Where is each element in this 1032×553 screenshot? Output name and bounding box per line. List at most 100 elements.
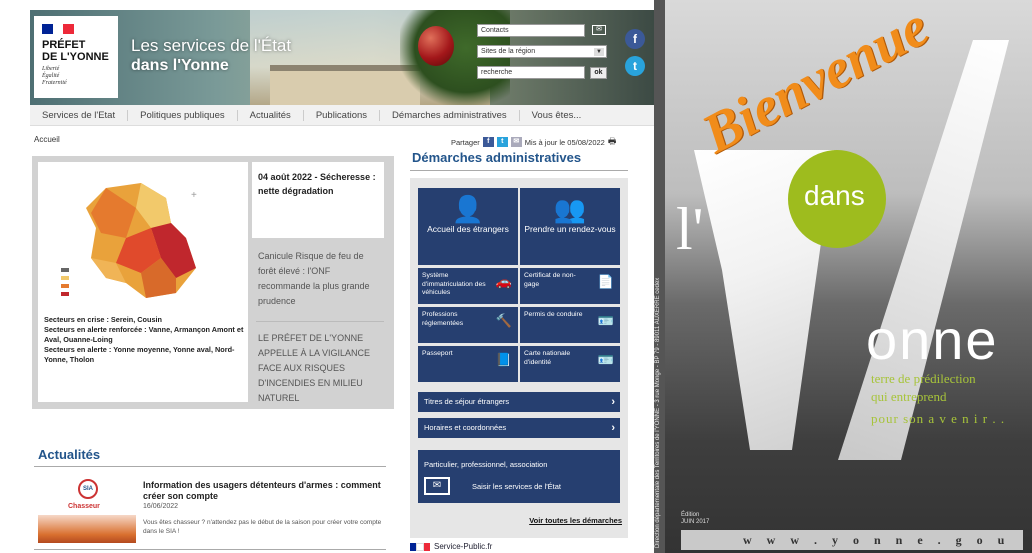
people-icon: 👥	[553, 194, 587, 224]
sia-logo: SIA	[78, 479, 98, 499]
print-icon[interactable]: 🖶	[608, 134, 617, 150]
tile-label: Passeport	[422, 350, 453, 357]
mail-icon[interactable]: ✉	[592, 25, 606, 35]
service-public-link[interactable]: Service-Public.fr	[410, 542, 492, 551]
divider	[256, 321, 384, 322]
foreigners-tile-label: Accueil des étrangers	[427, 224, 509, 234]
site-title: Les services de l'État dans l'Yonne	[131, 36, 291, 76]
poster-dans: dans	[804, 180, 865, 211]
news-headline[interactable]: Information des usagers détenteurs d'arm…	[143, 480, 383, 502]
sector-crisis: Secteurs en crise : Serein, Cousin	[44, 315, 163, 324]
region-select-value: Sites de la région	[481, 48, 536, 55]
news-date: 16/06/2022	[143, 503, 179, 510]
headline-card[interactable]: + Secteurs en crise : Serein, Cousin Sec…	[38, 162, 248, 402]
appointment-tile-label: Prendre un rendez-vous	[524, 224, 616, 234]
vehicle-registration-tile[interactable]: Système d'immatriculation des véhicules …	[418, 268, 518, 304]
headline-block: + Secteurs en crise : Serein, Cousin Sec…	[32, 156, 394, 409]
facebook-share-icon[interactable]: f	[482, 137, 494, 147]
edition-date: JUIN 2017	[681, 519, 710, 525]
headline-item-incendies[interactable]: LE PRÉFET DE L'YONNE APPELLE À LA VIGILA…	[258, 331, 384, 406]
welcome-poster: Direction départementale des Territoires…	[654, 0, 1032, 553]
main-nav: Services de l'Etat Politiques publiques …	[30, 105, 654, 126]
hunting-scene-image	[38, 515, 136, 543]
passport-icon: 📘	[495, 352, 512, 367]
envelope-icon: ✉	[424, 477, 450, 495]
regulated-professions-tile[interactable]: Professions réglementées 🔨	[418, 307, 518, 343]
twitter-icon[interactable]: t	[625, 56, 645, 76]
nav-services[interactable]: Services de l'Etat	[30, 109, 129, 121]
banner-building	[270, 65, 420, 105]
cherry-image	[418, 26, 454, 66]
svg-text:+: +	[191, 190, 197, 201]
facebook-icon[interactable]: f	[625, 29, 645, 49]
headline-title[interactable]: 04 août 2022 - Sécheresse : nette dégrad…	[252, 162, 384, 238]
drought-sectors: Secteurs en crise : Serein, Cousin Secte…	[44, 315, 249, 365]
service-public-label: Service-Public.fr	[434, 542, 493, 551]
drought-map: +	[46, 168, 240, 308]
residence-permits-link[interactable]: Titres de séjour étrangers ›	[418, 392, 620, 412]
bar-label: Horaires et coordonnées	[424, 423, 507, 432]
poster-edition: Édition JUIN 2017	[681, 512, 709, 526]
prefecture-website: PRÉFET DE L'YONNE Liberté Égalité Frater…	[0, 0, 654, 553]
poster-url: w w w . y o n n e . g o u v . f r	[681, 530, 1023, 550]
logo-line1: PRÉFET	[42, 39, 86, 51]
id-card-tile[interactable]: Carte nationale d'identité 🪪	[520, 346, 620, 382]
nav-politiques[interactable]: Politiques publiques	[128, 109, 238, 121]
poster-tagline-1: terre de prédilection	[871, 371, 976, 386]
site-title-line2: dans l'Yonne	[131, 57, 229, 74]
passport-tile[interactable]: Passeport 📘	[418, 346, 518, 382]
portal-action: Saisir les services de l'État	[472, 482, 561, 491]
nav-publications[interactable]: Publications	[304, 109, 381, 121]
certificate-icon: 📄	[597, 274, 614, 289]
tile-label: Carte nationale d'identité	[524, 350, 571, 366]
news-thumbnail[interactable]: SIA Chasseur	[38, 475, 136, 543]
portal-audience: Particulier, professionnel, association	[424, 460, 548, 469]
contacts-link[interactable]: Contacts	[477, 24, 585, 37]
tile-label: Certificat de non-gage	[524, 272, 576, 288]
news-section-title: Actualités	[38, 447, 101, 462]
chevron-down-icon: ▼	[594, 48, 604, 56]
sector-alert-reinforced: Secteurs en alerte renforcée : Vanne, Ar…	[44, 325, 244, 344]
procedures-title: Démarches administratives	[412, 150, 582, 165]
procedures-section: Démarches administratives 👤 Accueil des …	[410, 150, 628, 538]
twitter-share-icon[interactable]: t	[496, 137, 508, 147]
prefet-logo[interactable]: PRÉFET DE L'YONNE Liberté Égalité Frater…	[34, 16, 118, 98]
search-ok-button[interactable]: ok	[590, 67, 607, 79]
sector-alert: Secteurs en alerte : Yonne moyenne, Yonn…	[44, 345, 235, 364]
site-title-line1: Les services de l'État	[131, 36, 292, 55]
chasseur-label: Chasseur	[68, 503, 100, 510]
logo-line2: DE L'YONNE	[42, 51, 109, 63]
poster-address: Direction départementale des Territoires…	[655, 277, 661, 548]
nav-actualites[interactable]: Actualités	[238, 109, 304, 121]
tile-label: Système d'immatriculation des véhicules	[422, 272, 486, 296]
french-flag-icon	[42, 24, 75, 34]
poster-bienvenue: Bienvenue	[692, 0, 939, 166]
driving-licence-tile[interactable]: Permis de conduire 🪪	[520, 307, 620, 343]
share-label: Partager	[451, 137, 480, 147]
share-bar: Partager f t ✉ Mis à jour le 05/08/2022 …	[451, 134, 616, 150]
see-all-procedures-link[interactable]: Voir toutes les démarches	[529, 516, 622, 525]
email-share-icon[interactable]: ✉	[510, 137, 522, 147]
gavel-icon: 🔨	[495, 313, 512, 328]
foreigners-tile[interactable]: 👤 Accueil des étrangers	[418, 188, 518, 265]
updated-date: Mis à jour le 05/08/2022	[524, 137, 605, 147]
hours-contacts-link[interactable]: Horaires et coordonnées ›	[418, 418, 620, 438]
region-select[interactable]: Sites de la région ▼	[477, 45, 607, 58]
poster-onne: onne	[866, 308, 999, 371]
edition-label: Édition	[681, 512, 700, 518]
nav-vous-etes[interactable]: Vous êtes...	[520, 110, 594, 121]
headline-item-canicule[interactable]: Canicule Risque de feu de forêt élevé : …	[258, 249, 384, 309]
poster-tagline-2: qui entreprend	[871, 389, 947, 404]
breadcrumb[interactable]: Accueil	[34, 135, 60, 144]
search-input[interactable]: recherche	[477, 66, 585, 79]
person-globe-icon: 👤	[451, 194, 485, 224]
french-flag-icon	[410, 542, 430, 551]
id-card-icon: 🪪	[597, 352, 614, 367]
procedures-panel: 👤 Accueil des étrangers 👥 Prendre un ren…	[410, 178, 628, 538]
poster-l-apostrophe: l'	[676, 196, 704, 262]
contact-services-tile[interactable]: Particulier, professionnel, association …	[418, 450, 620, 503]
logo-motto: Liberté Égalité Fraternité	[42, 66, 118, 87]
nav-demarches[interactable]: Démarches administratives	[380, 109, 520, 121]
non-gage-tile[interactable]: Certificat de non-gage 📄	[520, 268, 620, 304]
appointment-tile[interactable]: 👥 Prendre un rendez-vous	[520, 188, 620, 265]
